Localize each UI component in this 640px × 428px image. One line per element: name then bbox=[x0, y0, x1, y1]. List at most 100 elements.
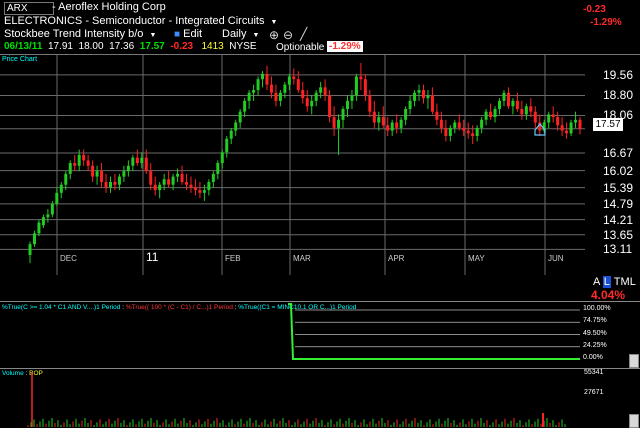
candle-body bbox=[484, 111, 488, 120]
candle-body bbox=[113, 181, 117, 185]
candle-body bbox=[529, 106, 533, 112]
candle-body bbox=[350, 95, 354, 101]
candle-body bbox=[216, 163, 220, 174]
x-tick-label: DEC bbox=[60, 254, 77, 263]
candle-body bbox=[171, 176, 175, 185]
y-tick-label: 14.79 bbox=[603, 196, 634, 211]
price-chart[interactable]: DEC 11 FEB MAR APR MAY JUN bbox=[0, 55, 640, 275]
company-name: - Aeroflex Holding Corp bbox=[52, 1, 166, 13]
candle-body bbox=[417, 90, 421, 93]
x-tick-label: MAY bbox=[468, 254, 485, 263]
candle-body bbox=[345, 100, 349, 109]
candle-body bbox=[185, 181, 189, 185]
x-tick-label: FEB bbox=[225, 254, 241, 263]
symbol-input[interactable]: ARX bbox=[4, 2, 54, 15]
candle-body bbox=[314, 92, 318, 101]
volume-tick-max: 55341 bbox=[584, 369, 604, 376]
quote-change: -0.23 bbox=[170, 41, 194, 52]
dropdown-arrow-icon: ▼ bbox=[270, 19, 278, 26]
y-tick-label: 16.02 bbox=[603, 163, 634, 178]
candle-body bbox=[108, 181, 112, 188]
candle-body bbox=[68, 163, 72, 174]
y-tick-label: 16.67 bbox=[603, 146, 634, 161]
candle-body bbox=[278, 92, 282, 101]
sector-dropdown[interactable]: ELECTRONICS - Semiconductor - Integrated… bbox=[4, 15, 277, 27]
candle-body bbox=[55, 192, 59, 204]
candle-body bbox=[73, 163, 77, 166]
y-tick-label: 19.56 bbox=[603, 67, 634, 82]
candle-body bbox=[265, 73, 269, 85]
candle-body bbox=[238, 111, 242, 123]
indicator-tick-label: 74.75% bbox=[583, 317, 607, 325]
scale-a-button[interactable]: A bbox=[593, 276, 600, 288]
candle-body bbox=[565, 130, 569, 134]
candle-body bbox=[556, 117, 560, 126]
zoom-in-icon[interactable]: ⊕ bbox=[269, 28, 279, 42]
y-tick-label: 13.11 bbox=[603, 242, 633, 257]
quote-date: 06/13/11 bbox=[4, 41, 43, 52]
scale-l-button[interactable]: L bbox=[602, 276, 611, 288]
draw-line-icon[interactable]: ╱ bbox=[300, 27, 307, 41]
period-dropdown[interactable]: Daily ▼ bbox=[222, 28, 259, 40]
volume-scroll-handle[interactable] bbox=[629, 414, 639, 428]
candle-body bbox=[341, 108, 345, 120]
indicator-chart[interactable] bbox=[0, 302, 640, 368]
pct-change-badge: -1.29% bbox=[327, 41, 363, 52]
layout-dropdown[interactable]: Stockbee Trend Intensity b/o ▼ bbox=[4, 28, 156, 40]
candle-body bbox=[515, 100, 519, 109]
edit-button[interactable]: ■ Edit bbox=[174, 28, 202, 40]
candle-body bbox=[301, 90, 305, 99]
candle-body bbox=[502, 92, 506, 101]
candle-body bbox=[193, 187, 197, 191]
candle-body bbox=[404, 108, 408, 120]
candle-body bbox=[332, 117, 336, 128]
indicator-tick-label: 100.00% bbox=[583, 305, 611, 312]
scale-t-button[interactable]: T bbox=[614, 276, 621, 288]
y-tick-label: 18.80 bbox=[603, 88, 634, 103]
indicator-tick-label: 24.25% bbox=[583, 341, 607, 349]
candle-body bbox=[77, 154, 81, 166]
industry-separator: - bbox=[85, 15, 89, 27]
candle-body bbox=[489, 111, 493, 118]
candle-body bbox=[261, 73, 265, 80]
candle-body bbox=[256, 79, 260, 91]
candle-body bbox=[283, 84, 287, 93]
candle-body bbox=[533, 111, 537, 123]
candle-body bbox=[252, 90, 256, 93]
symbol-value: ARX bbox=[7, 3, 28, 14]
optionable-label: Optionable bbox=[276, 42, 325, 53]
volume-chart[interactable] bbox=[0, 369, 640, 428]
candle-body bbox=[207, 181, 211, 191]
candle-body bbox=[359, 76, 363, 80]
scale-m-button[interactable]: M bbox=[621, 276, 630, 288]
candle-body bbox=[167, 179, 171, 185]
candle-body bbox=[498, 100, 502, 109]
scale-l2-button[interactable]: L bbox=[630, 276, 636, 288]
candle-body bbox=[439, 119, 443, 128]
candle-body bbox=[176, 173, 180, 177]
indicator-series bbox=[288, 303, 580, 360]
candle-body bbox=[328, 95, 332, 118]
candle-body bbox=[153, 184, 157, 191]
indicator-tick-label: 0.00% bbox=[583, 354, 603, 361]
candle-body bbox=[560, 125, 564, 131]
candle-body bbox=[220, 152, 224, 164]
candle-body bbox=[225, 138, 229, 153]
candle-body bbox=[323, 87, 327, 96]
candle-body bbox=[287, 76, 291, 85]
quote-exchange: NYSE bbox=[229, 41, 257, 52]
zoom-out-icon[interactable]: ⊖ bbox=[283, 28, 293, 42]
candle-body bbox=[430, 95, 434, 112]
candle-body bbox=[413, 92, 417, 101]
candle-body bbox=[493, 108, 497, 118]
indicator-scroll-handle[interactable] bbox=[629, 354, 639, 368]
scale-buttons: A L TML bbox=[593, 276, 636, 288]
candle-body bbox=[180, 173, 184, 182]
candle-body bbox=[337, 119, 341, 128]
candle-body bbox=[408, 100, 412, 109]
sector-label: ELECTRONICS bbox=[4, 15, 83, 27]
volume-tick-mid: 27671 bbox=[584, 389, 604, 396]
candle-body bbox=[435, 111, 439, 120]
candle-body bbox=[305, 98, 309, 107]
candle-body bbox=[480, 119, 484, 128]
